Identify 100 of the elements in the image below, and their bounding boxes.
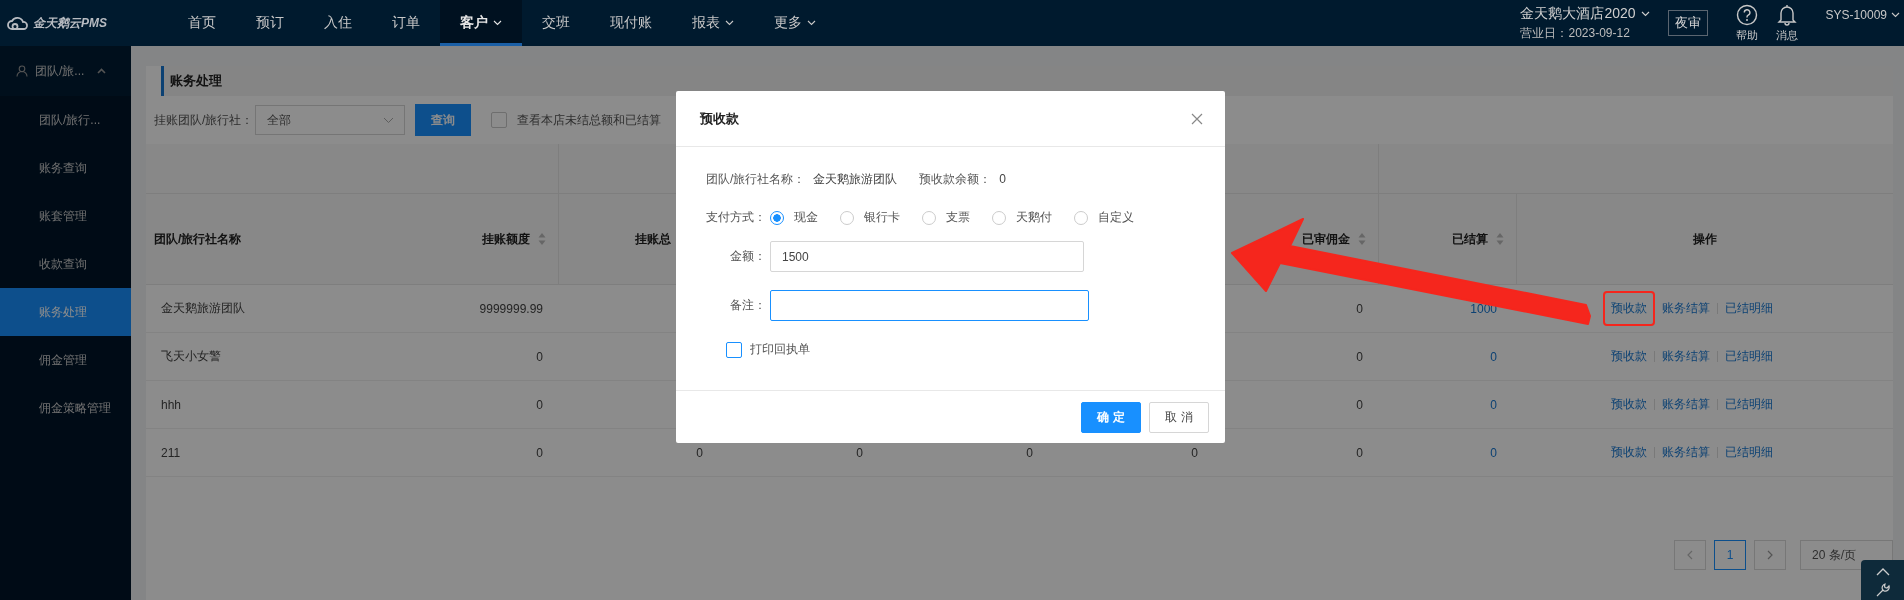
hotel-selector[interactable]: 金天鹅大酒店2020 xyxy=(1520,4,1650,23)
sidebar-item[interactable]: 账套管理 xyxy=(0,192,131,240)
caret-icon xyxy=(493,20,502,26)
action-link[interactable]: 预收款 xyxy=(1611,396,1647,413)
radio-button[interactable] xyxy=(770,210,784,225)
sidebar-item[interactable]: 账务查询 xyxy=(0,144,131,192)
night-audit-button[interactable]: 夜审 xyxy=(1667,10,1708,36)
help-label: 帮助 xyxy=(1735,27,1758,43)
section-title: 账务处理 xyxy=(170,72,222,90)
input-field[interactable]: 1500 xyxy=(770,241,1084,272)
table-cell: 211 xyxy=(161,445,181,460)
field-label: 备注： xyxy=(729,297,766,314)
caret-icon xyxy=(97,68,107,74)
nav-tab[interactable]: 客户 xyxy=(440,0,522,46)
radio-label: 天鹅付 xyxy=(1016,209,1052,226)
user-icon xyxy=(16,65,28,77)
column-header: 团队/旅行社名称 xyxy=(154,230,242,248)
table-cell: 0 xyxy=(1356,349,1363,364)
table-cell: 0 xyxy=(1356,301,1363,316)
table-cell: 0 xyxy=(536,445,543,460)
checkbox[interactable] xyxy=(491,112,508,128)
sidebar-group-header[interactable]: 团队/旅... xyxy=(0,46,131,96)
action-link[interactable]: 账务结算 xyxy=(1662,300,1710,317)
close-icon[interactable] xyxy=(1191,112,1203,125)
table-cell: 0 xyxy=(536,397,543,412)
radio-label: 银行卡 xyxy=(864,209,900,226)
balance-label: 预收款余额： xyxy=(919,170,992,188)
nav-tab[interactable]: 报表 xyxy=(672,0,754,46)
table-cell[interactable]: 0 xyxy=(1490,397,1497,412)
sidebar-item[interactable]: 佣金管理 xyxy=(0,336,131,384)
column-header[interactable]: 挂账额度 xyxy=(482,230,530,248)
sidebar-item[interactable]: 团队/旅行... xyxy=(0,96,131,144)
app-logo-text: 金天鹅云PMS xyxy=(33,14,107,32)
table-cell: 0 xyxy=(696,445,703,460)
nav-tab[interactable]: 更多 xyxy=(754,0,836,46)
table-cell: 9999999.99 xyxy=(479,301,543,316)
sidebar-item[interactable]: 账务处理 xyxy=(0,288,131,336)
wrench-icon[interactable] xyxy=(1875,582,1890,597)
action-link[interactable]: 已结明细 xyxy=(1725,396,1773,413)
nav-tab[interactable]: 首页 xyxy=(174,0,236,46)
action-link[interactable]: 账务结算 xyxy=(1662,348,1710,365)
table-cell: 0 xyxy=(1026,445,1033,460)
checkbox[interactable] xyxy=(726,341,742,358)
sidebar-group-label: 团队/旅... xyxy=(35,62,85,80)
chevron-up-icon[interactable] xyxy=(1875,567,1890,577)
table-cell: 飞天小女警 xyxy=(161,348,221,365)
business-date: 营业日：2023-09-12 xyxy=(1520,24,1631,42)
table-cell: 0 xyxy=(1356,445,1363,460)
table-cell: 0 xyxy=(856,445,863,460)
nav-tab[interactable]: 交班 xyxy=(522,0,590,46)
help-icon[interactable] xyxy=(1735,3,1758,26)
sidebar-item[interactable]: 收款查询 xyxy=(0,240,131,288)
radio-label: 支票 xyxy=(946,209,970,226)
nav-tab[interactable]: 现付账 xyxy=(590,0,672,46)
chevron-right-icon xyxy=(1767,550,1773,560)
action-link[interactable]: 已结明细 xyxy=(1725,300,1773,317)
column-header: 挂账总 xyxy=(635,230,671,248)
sort-icon[interactable] xyxy=(1496,232,1504,246)
column-header[interactable]: 已结算 xyxy=(1452,230,1488,248)
table-cell: 0 xyxy=(1356,397,1363,412)
table-cell[interactable]: 0 xyxy=(1490,445,1497,460)
action-link[interactable]: 预收款 xyxy=(1611,444,1647,461)
action-link[interactable]: 账务结算 xyxy=(1662,444,1710,461)
column-header[interactable]: 已审佣金 xyxy=(1302,230,1350,248)
action-link[interactable]: 预收款 xyxy=(1611,348,1647,365)
radio-label: 现金 xyxy=(794,209,818,226)
previous-page-button[interactable] xyxy=(1674,540,1706,570)
field-label: 金额： xyxy=(729,248,766,265)
sort-icon[interactable] xyxy=(538,232,546,246)
table-cell[interactable]: 0 xyxy=(1490,349,1497,364)
checkbox-label: 查看本店未结总额和已结算 xyxy=(517,111,662,129)
column-header: 操作 xyxy=(1693,230,1717,248)
action-link[interactable]: 账务结算 xyxy=(1662,396,1710,413)
highlighted-action-link[interactable]: 预收款 xyxy=(1603,291,1655,326)
payment-label: 支付方式： xyxy=(706,209,766,226)
sidebar-item[interactable]: 佣金策略管理 xyxy=(0,384,131,432)
user-menu[interactable]: SYS-10009 xyxy=(1825,8,1900,38)
chevron-left-icon xyxy=(1687,550,1693,560)
next-page-button[interactable] xyxy=(1754,540,1786,570)
action-link[interactable]: 已结明细 xyxy=(1725,348,1773,365)
caret-icon xyxy=(1640,10,1650,17)
sort-icon[interactable] xyxy=(1358,232,1366,246)
balance-value: 0 xyxy=(999,172,1007,186)
bell-icon[interactable] xyxy=(1776,3,1797,26)
cancel-button[interactable]: 取 消 xyxy=(1149,401,1209,433)
action-link[interactable]: 已结明细 xyxy=(1725,444,1773,461)
input-field[interactable] xyxy=(770,290,1089,321)
caret-icon xyxy=(807,20,816,26)
confirm-button[interactable]: 确 定 xyxy=(1081,401,1141,433)
nav-tab[interactable]: 入住 xyxy=(304,0,372,46)
caret-icon xyxy=(725,20,734,26)
query-button[interactable]: 查询 xyxy=(415,104,472,136)
page-button[interactable]: 1 xyxy=(1714,540,1746,570)
table-cell: hhh xyxy=(161,397,182,412)
name-value: 金天鹅旅游团队 xyxy=(813,170,898,188)
nav-tab[interactable]: 预订 xyxy=(236,0,304,46)
table-cell: 0 xyxy=(1191,445,1198,460)
nav-tab[interactable]: 订单 xyxy=(372,0,440,46)
group-select[interactable]: 全部 xyxy=(255,105,406,135)
table-cell: 金天鹅旅游团队 xyxy=(161,300,245,317)
